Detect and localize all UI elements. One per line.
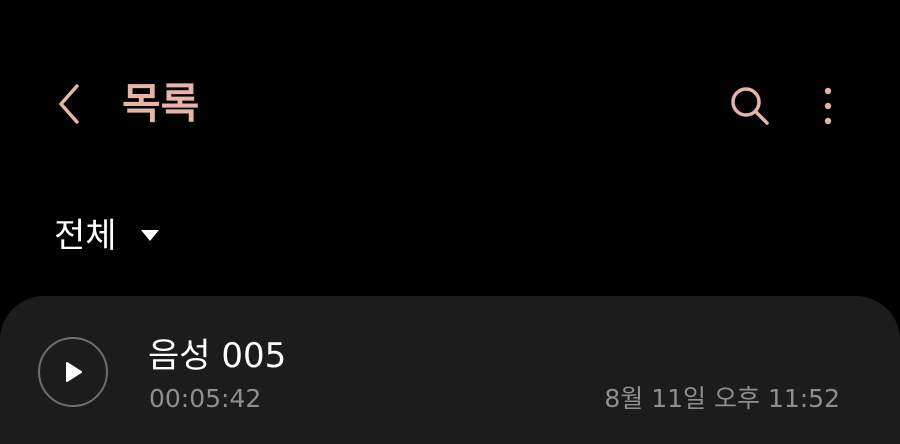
recordings-list: 음성 005 00:05:42 8월 11일 오후 11:52 bbox=[0, 296, 900, 444]
play-icon bbox=[66, 362, 82, 382]
more-vertical-icon bbox=[824, 87, 832, 125]
page-title: 목록 bbox=[122, 79, 200, 128]
back-button[interactable] bbox=[44, 78, 96, 130]
recording-date: 8월 11일 오후 11:52 bbox=[604, 384, 840, 413]
recording-duration: 00:05:42 bbox=[149, 384, 262, 413]
recordings-list-screen: 목록 전체 음성 005 00:05:42 8월 11일 오후 11:52 bbox=[0, 0, 900, 444]
chevron-left-icon bbox=[59, 84, 79, 124]
more-options-button[interactable] bbox=[806, 78, 850, 134]
filter-label: 전체 bbox=[54, 216, 117, 256]
search-icon bbox=[731, 87, 769, 125]
dropdown-triangle-icon bbox=[139, 229, 161, 243]
search-button[interactable] bbox=[722, 78, 778, 134]
play-button[interactable] bbox=[38, 337, 108, 407]
filter-dropdown[interactable]: 전체 bbox=[54, 212, 161, 260]
recording-title: 음성 005 bbox=[148, 336, 287, 376]
